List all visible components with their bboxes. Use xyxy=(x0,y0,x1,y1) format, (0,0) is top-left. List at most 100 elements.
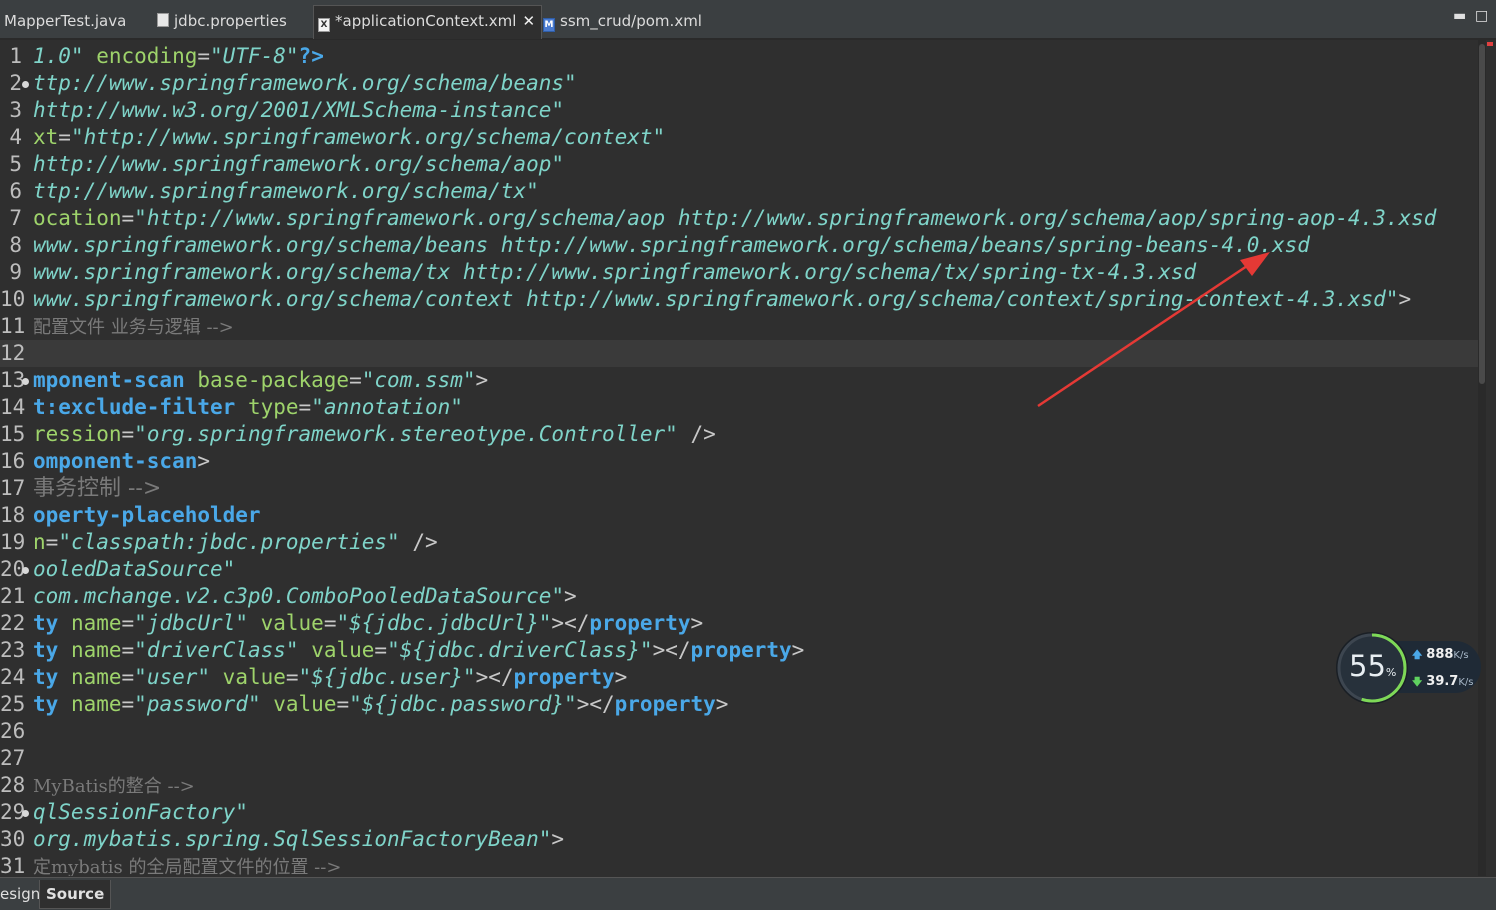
code-line[interactable]: 27 xyxy=(0,745,1480,772)
code-line[interactable]: 14 t:exclude-filter type="annotation" xyxy=(0,394,1480,421)
error-marker[interactable] xyxy=(1487,42,1493,46)
code-token: value xyxy=(298,638,375,662)
line-number: 12 xyxy=(0,341,26,365)
code-token: = xyxy=(121,611,135,635)
code-token: t:exclude-filter xyxy=(33,395,236,419)
fold-toggle-icon[interactable] xyxy=(22,810,29,817)
line-code: 1.0" encoding="UTF-8"?> xyxy=(33,43,324,70)
code-line[interactable]: 21 com.mchange.v2.c3p0.ComboPooledDataSou… xyxy=(0,583,1480,610)
code-token: ocation xyxy=(33,206,122,230)
code-line[interactable]: 26 xyxy=(0,718,1480,745)
code-line[interactable]: 6 ttp://www.springframework.org/schema/tx… xyxy=(0,178,1480,205)
tab-applicationcontext-xml[interactable]: X *applicationContext.xml ✕ xyxy=(313,5,543,39)
code-line[interactable]: 8 www.springframework.org/schema/beans ht… xyxy=(0,232,1480,259)
code-token: mponent-scan xyxy=(33,368,185,392)
line-number: 27 xyxy=(0,746,26,770)
line-code: operty-placeholder xyxy=(33,502,261,529)
code-line[interactable]: 5 http://www.springframework.org/schema/a… xyxy=(0,151,1480,178)
code-token: = xyxy=(374,638,388,662)
code-line[interactable]: 19 n="classpath:jbdc.properties" /> xyxy=(0,529,1480,556)
code-token: "${jdbc.user}" xyxy=(298,665,476,689)
line-number: 9 xyxy=(9,260,22,284)
code-line[interactable]: 20 ooledDataSource" xyxy=(0,556,1480,583)
code-line[interactable]: 22 ty name="jdbcUrl" value="${jdbc.jdbcUr… xyxy=(0,610,1480,637)
code-line[interactable]: 17 事务控制 --> xyxy=(0,475,1480,502)
code-token: www.springframework.org/schema/beans htt… xyxy=(33,233,1310,257)
line-code: t:exclude-filter type="annotation" xyxy=(33,394,463,421)
code-token: name xyxy=(58,611,122,635)
tab-pom-xml[interactable]: Mssm_crud/pom.xml xyxy=(543,6,702,36)
line-number: 22 xyxy=(0,611,26,635)
line-number: 31 xyxy=(0,854,26,876)
code-line[interactable]: 18 operty-placeholder xyxy=(0,502,1480,529)
code-line[interactable]: 24 ty name="user" value="${jdbc.user}"></… xyxy=(0,664,1480,691)
code-token: com.mchange.v2.c3p0.ComboPooledDataSourc… xyxy=(33,584,565,608)
code-token: value xyxy=(260,692,337,716)
code-line[interactable]: 7 ocation="http://www.springframework.org… xyxy=(0,205,1480,232)
line-number: 14 xyxy=(0,395,26,419)
code-token: > xyxy=(1398,287,1412,311)
code-line[interactable]: 23 ty name="driverClass" value="${jdbc.dr… xyxy=(0,637,1480,664)
minimize-icon[interactable]: ▬ xyxy=(1453,8,1466,24)
code-token: ooledDataSource" xyxy=(33,557,236,581)
code-token: "${jdbc.driverClass}" xyxy=(387,638,653,662)
code-token: "http://www.springframework.org/schema/c… xyxy=(70,125,666,149)
code-token: omponent-scan xyxy=(33,449,198,473)
code-line[interactable]: 9 www.springframework.org/schema/tx http:… xyxy=(0,259,1480,286)
code-line[interactable]: 30 org.mybatis.spring.SqlSessionFactoryBe… xyxy=(0,826,1480,853)
line-number: 11 xyxy=(0,314,26,338)
network-speed-widget[interactable]: 55% 🡅 888K/s 🡇 39.7K/s xyxy=(1335,631,1481,705)
code-token: ?> xyxy=(298,44,324,68)
code-line[interactable]: 12 xyxy=(0,340,1480,367)
vertical-scrollbar[interactable] xyxy=(1478,40,1486,876)
code-token: "jdbcUrl" xyxy=(134,611,248,635)
tab-design[interactable]: esign xyxy=(0,880,40,908)
fold-toggle-icon[interactable] xyxy=(22,81,29,88)
line-code: omponent-scan> xyxy=(33,448,210,475)
code-token: http://www.w3.org/2001/XMLSchema-instanc… xyxy=(33,98,565,122)
code-token: = xyxy=(298,395,312,419)
code-token: = xyxy=(323,611,337,635)
line-number: 26 xyxy=(0,719,26,743)
line-code: ooledDataSource" xyxy=(33,556,235,583)
code-token: ></ xyxy=(475,665,514,689)
code-token: > xyxy=(197,449,211,473)
line-number: 29 xyxy=(0,800,26,824)
code-token: = xyxy=(121,638,135,662)
code-line[interactable]: 1 1.0" encoding="UTF-8"?> xyxy=(0,43,1480,70)
code-line[interactable]: 31 定mybatis 的全局配置文件的位置 --> xyxy=(0,853,1480,876)
fold-toggle-icon[interactable] xyxy=(22,378,29,385)
fold-toggle-icon[interactable] xyxy=(22,567,29,574)
line-number: 5 xyxy=(9,152,22,176)
code-editor[interactable]: 1 1.0" encoding="UTF-8"?> 2 ttp://www.sprin… xyxy=(0,40,1480,876)
code-line[interactable]: 4 xt="http://www.springframework.org/sche… xyxy=(0,124,1480,151)
code-token: 1.0" xyxy=(33,44,84,68)
close-icon[interactable]: ✕ xyxy=(522,12,535,30)
tab-source[interactable]: Source xyxy=(39,880,112,909)
code-line[interactable]: 10 www.springframework.org/schema/context… xyxy=(0,286,1480,313)
line-number: 1 xyxy=(9,44,22,68)
scrollbar-thumb[interactable] xyxy=(1479,44,1485,384)
code-line[interactable]: 3 http://www.w3.org/2001/XMLSchema-instan… xyxy=(0,97,1480,124)
line-code: org.mybatis.spring.SqlSessionFactoryBean… xyxy=(33,826,564,853)
line-code: http://www.springframework.org/schema/ao… xyxy=(33,151,564,178)
code-line[interactable]: 2 ttp://www.springframework.org/schema/be… xyxy=(0,70,1480,97)
code-line[interactable]: 29 qlSessionFactory" xyxy=(0,799,1480,826)
code-line[interactable]: 25 ty name="password" value="${jdbc.passw… xyxy=(0,691,1480,718)
code-token: property xyxy=(690,638,792,662)
code-token: "com.ssm" xyxy=(361,368,476,392)
line-code: n="classpath:jbdc.properties" /> xyxy=(33,529,438,556)
maximize-icon[interactable]: □ xyxy=(1475,8,1488,24)
code-token: = xyxy=(336,692,350,716)
code-line[interactable]: 13 mponent-scan base-package="com.ssm"> xyxy=(0,367,1480,394)
download-arrow-icon: 🡇 xyxy=(1412,677,1423,688)
line-number: 18 xyxy=(0,503,26,527)
tab-jdbc-properties[interactable]: jdbc.properties xyxy=(157,6,287,36)
code-line[interactable]: 16 omponent-scan> xyxy=(0,448,1480,475)
code-line[interactable]: 28 MyBatis的整合 --> xyxy=(0,772,1480,799)
properties-file-icon xyxy=(157,13,169,27)
code-line[interactable]: 11 配置文件 业务与逻辑 --> xyxy=(0,313,1480,340)
code-line[interactable]: 15 ression="org.springframework.stereotyp… xyxy=(0,421,1480,448)
code-token: n xyxy=(33,530,46,554)
tab-mappertest-java[interactable]: MapperTest.java xyxy=(4,6,126,36)
